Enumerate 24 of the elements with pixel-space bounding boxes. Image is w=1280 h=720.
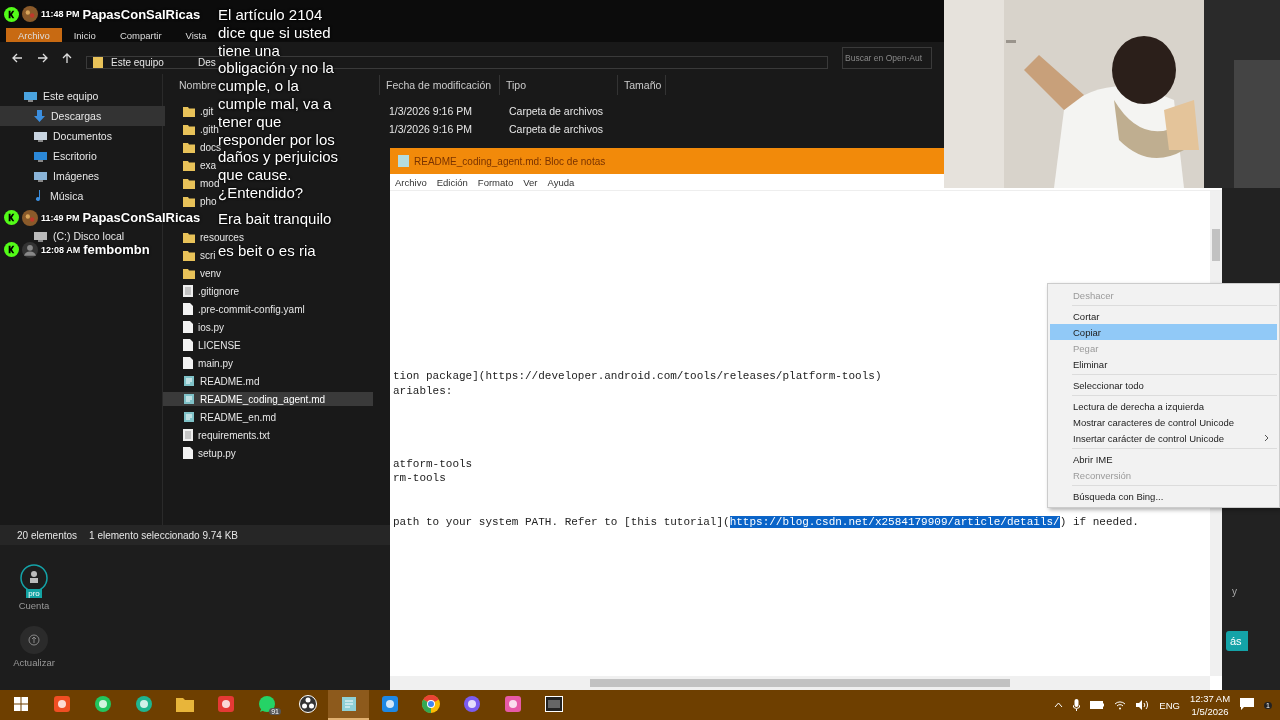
- text-line: rm-tools: [393, 472, 446, 487]
- table-cell-text: Carpeta de archivos: [508, 105, 604, 117]
- chat-username: PapasConSalRicas: [82, 6, 201, 22]
- status-text: 20 elementos: [17, 529, 78, 541]
- side-label: Cuenta: [18, 600, 50, 611]
- text-line: tion package](https://developer.android.com/tools/releases/platform-tools): [393, 370, 882, 385]
- status-text: 1 elemento seleccionado 9.74 KB: [89, 529, 239, 541]
- side-text: y: [1231, 586, 1237, 597]
- chat-username: PapasConSalRicas: [82, 210, 201, 226]
- text-line: path to your system PATH. Refer to [this tutorial](https://blog.csdn.net/x2584179909/article/details/) if needed.: [393, 516, 1139, 531]
- chat-time: 12:08 AM: [41, 244, 81, 255]
- chat-message: Era bait tranquilo: [218, 209, 333, 228]
- text-line: atform-tools: [393, 457, 473, 472]
- pro-badge: pro: [26, 589, 42, 598]
- chat-time: 11:49 PM: [41, 212, 80, 223]
- chat-time: 11:48 PM: [41, 9, 80, 19]
- table-cell-text: Carpeta de archivos: [508, 123, 604, 135]
- table-cell-text: 1/3/2026 9:16 PM: [388, 105, 473, 117]
- window-title: README_coding_agent.md: Bloc de notas: [414, 155, 606, 167]
- text-line: ariables:: [393, 384, 453, 399]
- side-label: Actualizar: [13, 657, 55, 668]
- table-cell-text: 1/3/2026 9:16 PM: [388, 123, 473, 135]
- chat-message: es beit o es ria: [218, 241, 317, 260]
- chat-username: fembombn: [83, 242, 150, 258]
